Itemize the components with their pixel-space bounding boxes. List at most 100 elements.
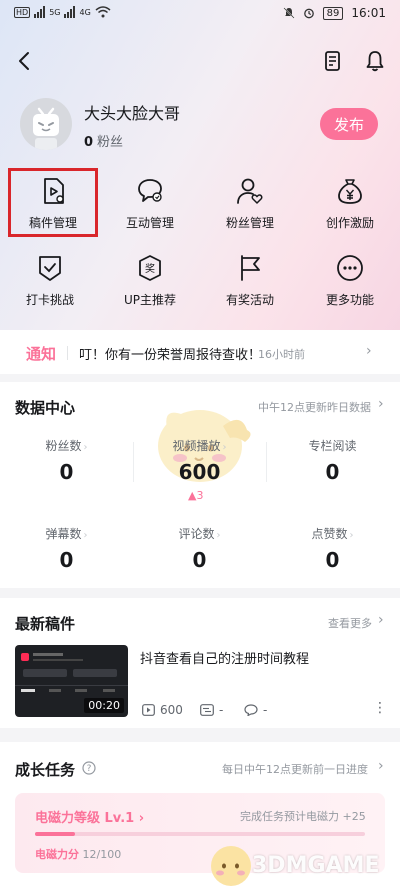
video-danmaku: - [200,703,223,717]
level-points-label: 电磁力分 [35,848,79,861]
network-tag: 5G [49,7,61,17]
level-label-text: 电磁力等级 Lv.1 [35,811,135,826]
grid-label: 互动管理 [125,216,174,230]
thumb-divider [15,685,128,686]
thumb-tab [49,689,61,692]
recommend-badge-icon: 奖 [139,255,161,281]
grid-item-more-functions[interactable]: 更多功能 [300,253,400,308]
signal-icon [34,6,46,18]
stat-divider [133,442,134,482]
mute-bell-icon [283,7,295,19]
thumb-chip [23,669,67,677]
level-label: 电磁力等级 Lv.1 › [35,811,145,826]
thumb-chip [73,669,117,677]
thumb-tab [75,689,87,692]
stat-value: 0 [325,460,340,484]
video-more-menu-icon[interactable]: ⋮ [373,700,387,716]
level-progress-track [35,832,365,836]
growth-chevron-icon[interactable]: › [378,758,384,774]
thumb-line [33,659,83,661]
bell-icon[interactable] [362,48,388,74]
video-title[interactable]: 抖音查看自己的注册时间教程 [140,648,309,667]
watermark-mascot-icon [211,846,251,886]
stat-video-plays[interactable]: 视频播放 › 600 [133,437,266,484]
view-more-link[interactable]: 查看更多 [328,615,372,631]
stat-label: 专栏阅读 [308,439,357,453]
grid-item-fans-manage[interactable]: 粉丝管理 [200,176,300,231]
video-comments: - [244,703,267,717]
avatar[interactable] [20,98,72,150]
stat-label: 弹幕数 [45,527,82,541]
danmaku-icon [200,704,214,716]
more-dots-icon [337,255,363,281]
level-progress-fill [35,832,75,836]
help-icon[interactable]: ? [82,761,96,775]
play-count-icon [142,704,155,716]
stat-fans[interactable]: 粉丝数 › 0 [0,437,133,484]
grid-item-prize-activity[interactable]: 有奖活动 [200,253,300,308]
comment-icon [244,704,258,716]
notice-tag: 通知 [26,345,57,363]
highlight-annotation-box [8,168,98,237]
video-plays: 600 [142,703,183,717]
grid-item-creation-incentive[interactable]: 创作激励 [300,176,400,231]
fans-label: 粉丝 [97,135,124,150]
grid-label: 粉丝管理 [225,216,274,230]
thumb-logo-icon [21,653,29,661]
hd-badge: HD [14,6,31,18]
data-center-chevron-icon[interactable]: › [378,396,384,412]
video-duration: 00:20 [84,698,124,713]
data-center-update-note: 中午12点更新昨日数据 [258,401,371,414]
svg-text:?: ? [87,764,92,774]
level-points: 电磁力分 12/100 [35,846,121,862]
thumb-tab [21,689,35,692]
stat-column-reads[interactable]: 专栏阅读 0 [266,437,399,484]
growth-title: 成长任务 [15,761,76,779]
username[interactable]: 大头大脸大哥 [84,100,180,124]
thumb-tab [103,689,115,692]
video-plays-value: 600 [160,703,183,717]
grid-label: 打卡挑战 [25,293,74,307]
growth-update-note: 每日中午12点更新前一日进度 [222,763,368,776]
check-shield-icon [39,256,61,281]
avatar-tv-icon [33,107,59,150]
stat-value: 0 [192,548,207,572]
chat-bubble-icon [138,179,162,202]
thumb-line [33,653,63,656]
document-icon[interactable] [320,48,346,74]
stat-danmaku[interactable]: 弹幕数 › 0 [0,525,133,572]
grid-item-interaction-manage[interactable]: 互动管理 [100,176,200,231]
grid-item-up-recommend[interactable]: 奖 UP主推荐 [100,253,200,308]
flag-icon [241,255,260,281]
latest-title: 最新稿件 [15,615,76,633]
notice-divider [67,346,68,360]
wifi-icon [95,6,111,18]
view-more-chevron-icon[interactable]: › [378,612,384,628]
stat-value: 0 [59,460,74,484]
back-icon[interactable] [12,48,38,74]
video-comments-value: - [263,703,268,717]
money-bag-icon [338,179,362,204]
level-task-note: 完成任务预计电磁力 +25 [240,810,366,823]
grid-label: 有奖活动 [225,293,274,307]
stat-value: 600 [178,460,221,484]
svg-text:奖: 奖 [145,262,155,275]
battery-indicator: 89 [322,6,344,20]
stat-label: 点赞数 [311,527,348,541]
grid-item-checkin-challenge[interactable]: 打卡挑战 [0,253,100,308]
stat-likes[interactable]: 点赞数 › 0 [266,525,399,572]
fans-count-line[interactable]: 0 粉丝 [84,131,123,150]
video-thumbnail[interactable]: 00:20 [15,645,128,717]
stat-label: 视频播放 [172,439,221,453]
publish-button[interactable]: 发布 [320,108,378,140]
video-danmaku-value: - [219,703,224,717]
signal-icon-2 [64,6,76,18]
stat-comments[interactable]: 评论数 › 0 [133,525,266,572]
stat-divider [266,442,267,482]
stat-label: 粉丝数 [45,439,82,453]
stat-value: 0 [325,548,340,572]
alarm-icon [303,8,314,19]
watermark-text: 3DMGAME [252,853,380,878]
status-bar: HD 5G 4G 89 16:01 [0,0,400,30]
grid-label: 创作激励 [325,216,374,230]
